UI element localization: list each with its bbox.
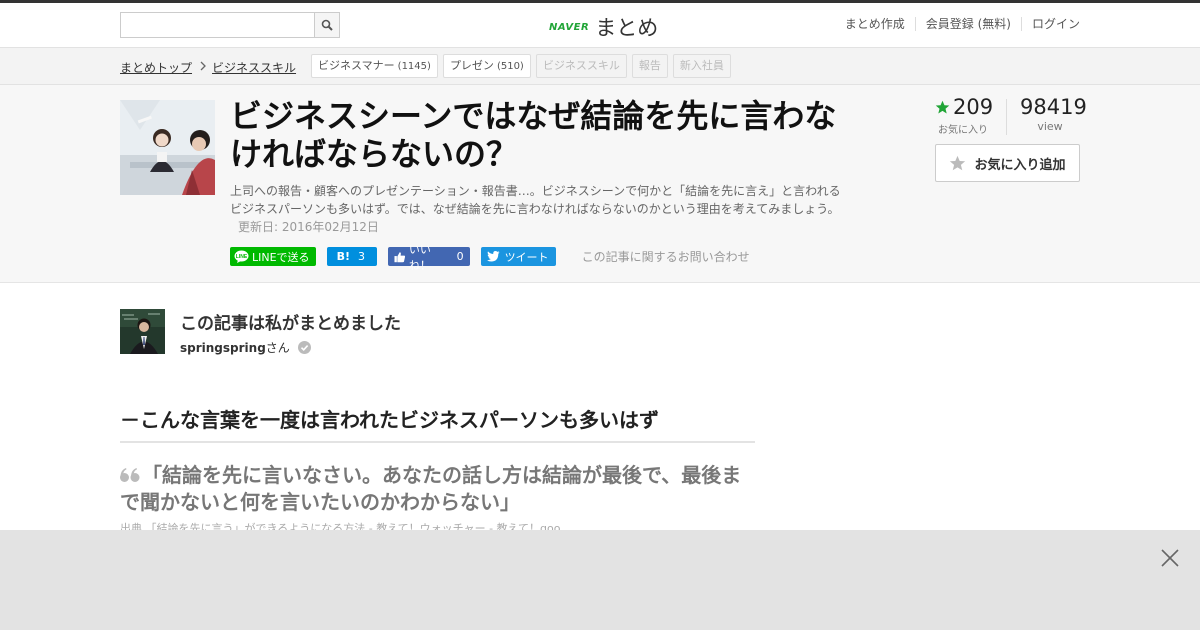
tweet-button[interactable]: ツイート (480, 247, 556, 266)
article-description: 上司への報告・顧客へのプレゼンテーション・報告書…。ビジネスシーンで何かと「結論… (230, 182, 845, 236)
tag-label: 報告 (638, 59, 661, 72)
twitter-bird-icon (486, 251, 500, 262)
hatena-icon: B! (336, 250, 350, 263)
author-heading: この記事は私がまとめました (180, 314, 401, 334)
search-input[interactable] (121, 13, 314, 37)
site-logo[interactable]: NAVER まとめ (549, 12, 658, 42)
tweet-label: ツイート (504, 250, 549, 264)
tag-business-manner[interactable]: ビジネスマナー (1145) (311, 54, 438, 78)
add-favorite-button[interactable]: お気に入り追加 (935, 144, 1080, 182)
tag-business-skill[interactable]: ビジネススキル (535, 54, 627, 78)
search-icon (321, 19, 333, 31)
hatena-count: 3 (357, 250, 365, 263)
facebook-like-button[interactable]: いいね！ 0 (387, 243, 470, 272)
search-box (120, 12, 340, 38)
hatena-bookmark-button[interactable]: B! 3 (326, 247, 377, 266)
tag-report[interactable]: 報告 (631, 54, 668, 78)
nav-login[interactable]: ログイン (1020, 17, 1080, 31)
favorite-label: お気に入り (938, 125, 988, 136)
ad-overlay (0, 530, 1200, 630)
verified-check-icon (297, 341, 311, 354)
thumbs-up-icon (394, 251, 405, 262)
breadcrumb-bar: まとめトップ ビジネススキル ビジネスマナー (1145) プレゼン (510) ビ… (0, 48, 1200, 85)
tag-new-employee[interactable]: 新入社員 (672, 54, 731, 78)
article-stats: 209 お気に入り 98419 view (935, 95, 1087, 139)
quote-mark-icon (120, 468, 140, 482)
share-buttons: LINE LINEで送る B! 3 いいね！ 0 ツイート この記事に関するお問… (230, 243, 750, 272)
updated-date: 更新日: 2016年02月12日 (238, 220, 379, 234)
inquiry-link[interactable]: この記事に関するお問い合わせ (582, 248, 750, 265)
logo-name: まとめ (595, 16, 659, 40)
avatar[interactable] (120, 309, 165, 354)
section-heading: －こんな言葉を一度は言われたビジネスパーソンも多いはず (120, 404, 755, 443)
quote-block: 「結論を先に言いなさい。あなたの話し方は結論が最後で、最後まで聞かないと何を言い… (120, 462, 750, 516)
breadcrumb-category[interactable]: ビジネススキル (212, 59, 296, 76)
article-thumbnail[interactable] (120, 100, 215, 195)
close-ad-button[interactable] (1160, 548, 1180, 568)
tag-count: (1145) (397, 61, 431, 72)
nav-register[interactable]: 会員登録 (無料) (914, 17, 1021, 31)
site-header: NAVER まとめ まとめ作成 会員登録 (無料) ログイン (0, 3, 1200, 48)
search-button[interactable] (314, 13, 339, 37)
view-label: view (1037, 120, 1063, 133)
tag-label: ビジネススキル (542, 59, 620, 72)
line-share-label: LINEで送る (252, 250, 310, 264)
chevron-right-icon (200, 61, 206, 74)
header-nav: まとめ作成 会員登録 (無料) ログイン (835, 17, 1080, 31)
tag-label: ビジネスマナー (318, 59, 395, 72)
breadcrumb-top[interactable]: まとめトップ (120, 59, 192, 76)
svg-text:LINE: LINE (236, 254, 248, 260)
quote-text: 「結論を先に言いなさい。あなたの話し方は結論が最後で、最後まで聞かないと何を言い… (120, 463, 742, 514)
favorite-stat: 209 お気に入り (935, 95, 993, 136)
close-icon (1161, 549, 1179, 567)
tag-list: ビジネスマナー (1145) プレゼン (510) ビジネススキル 報告 新入社員 (311, 54, 736, 78)
view-count: 98419 (1020, 95, 1087, 119)
logo-brand: NAVER (549, 21, 590, 33)
article-header: ビジネスシーンではなぜ結論を先に言わなければならないの？ 上司への報告・顧客への… (0, 85, 1200, 283)
description-text: 上司への報告・顧客へのプレゼンテーション・報告書…。ビジネスシーンで何かと「結論… (230, 184, 841, 216)
nav-create-matome[interactable]: まとめ作成 (835, 17, 915, 31)
star-icon (935, 100, 950, 113)
facebook-like-label: いいね！ (408, 242, 431, 272)
tag-label: 新入社員 (679, 59, 724, 72)
facebook-like-count: 0 (456, 250, 464, 263)
tag-label: プレゼン (449, 59, 494, 72)
line-share-button[interactable]: LINE LINEで送る (230, 247, 316, 266)
stats-divider (1006, 99, 1007, 135)
view-stat: 98419 view (1020, 95, 1087, 133)
tag-presentation[interactable]: プレゼン (510) (442, 54, 531, 78)
favorite-count: 209 (953, 95, 994, 119)
author-suffix: さん (265, 341, 290, 355)
line-icon: LINE (234, 250, 249, 263)
breadcrumb: まとめトップ ビジネススキル (120, 59, 296, 76)
add-favorite-label: お気に入り追加 (974, 157, 1066, 173)
article-title: ビジネスシーンではなぜ結論を先に言わなければならないの？ (230, 97, 837, 173)
tag-count: (510) (496, 61, 524, 72)
star-icon (950, 155, 966, 170)
author-name-row: springspring さん (180, 339, 311, 356)
author-name[interactable]: springspring (180, 341, 266, 355)
